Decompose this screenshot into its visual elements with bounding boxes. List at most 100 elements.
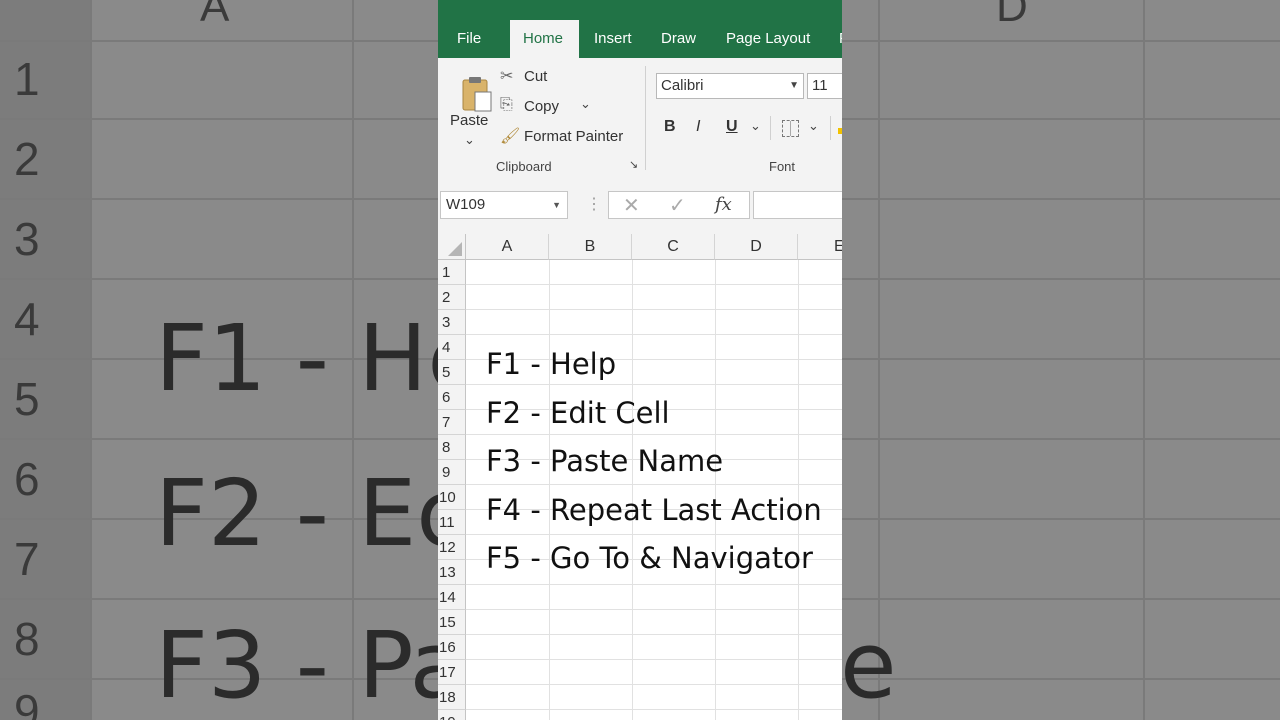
background-row-number: 5 (14, 373, 40, 425)
gridline (466, 309, 842, 310)
excel-window: File Home Insert Draw Page Layout F Past… (438, 0, 842, 720)
background-column-letter: D (996, 0, 1028, 31)
paste-button[interactable]: Paste ⌄ (446, 64, 492, 148)
italic-button[interactable]: I (696, 118, 700, 136)
clipboard-icon (462, 77, 492, 112)
row-header[interactable]: 3 (438, 310, 466, 335)
background-big-text: e (840, 612, 897, 719)
formula-input[interactable] (753, 191, 842, 219)
row-header[interactable]: 6 (438, 385, 466, 410)
tab-formulas[interactable]: F (826, 20, 842, 58)
column-header-b[interactable]: B (549, 234, 632, 260)
row-header[interactable]: 2 (438, 285, 466, 310)
font-name-select[interactable]: Calibri ▼ (656, 73, 804, 99)
background-big-text: F1 - He (155, 305, 484, 412)
clipboard-group-label: Clipboard (496, 159, 552, 174)
name-box[interactable]: W109 ▼ (440, 191, 568, 219)
background-row-number: 6 (14, 453, 40, 505)
background-big-text: F2 - Ec (155, 460, 467, 567)
column-header-e[interactable]: E (798, 234, 842, 260)
formula-bar: W109 ▼ ⋮ ✕ ✓ fx (438, 178, 842, 234)
row-header[interactable]: 9 (438, 460, 466, 485)
select-all-triangle-icon (448, 242, 462, 256)
background-row-number: 4 (14, 293, 40, 345)
copy-icon: ⎘ (500, 96, 513, 113)
row-header[interactable]: 16 (438, 635, 466, 660)
background-row-number: 2 (14, 133, 40, 185)
ribbon-tab-bar: File Home Insert Draw Page Layout F (438, 0, 842, 58)
row-header[interactable]: 19 (438, 710, 466, 720)
chevron-down-icon: ⌄ (580, 96, 591, 111)
row-header[interactable]: 5 (438, 360, 466, 385)
fill-color-icon[interactable] (838, 128, 842, 134)
gridline (466, 334, 842, 335)
row-header[interactable]: 7 (438, 410, 466, 435)
tab-home[interactable]: Home (510, 20, 579, 58)
enter-icon[interactable]: ✓ (669, 193, 686, 218)
paintbrush-icon: 🖌 (500, 128, 521, 145)
underline-button[interactable]: U (726, 118, 738, 136)
background-column-letter: A (200, 0, 230, 31)
copy-label: Copy (524, 98, 560, 115)
row-header[interactable]: 11 (438, 510, 466, 535)
formula-buttons: ✕ ✓ fx (608, 191, 750, 219)
background-gridline (1143, 0, 1145, 720)
row-header[interactable]: 18 (438, 685, 466, 710)
paste-label: Paste (450, 112, 489, 129)
name-box-value: W109 (446, 196, 486, 213)
group-divider (770, 116, 771, 140)
row-header[interactable]: 13 (438, 560, 466, 585)
bold-button[interactable]: B (664, 118, 676, 136)
shortcut-item-f1: F1 - Help (486, 347, 617, 381)
worksheet-grid: A B C D E 1 2 3 4 5 6 7 8 9 10 11 12 13 … (438, 234, 842, 720)
font-size-select[interactable]: 11 (807, 73, 842, 99)
chevron-down-icon[interactable]: ⌄ (808, 118, 819, 134)
chevron-down-icon: ▼ (789, 80, 799, 91)
shortcut-item-f4: F4 - Repeat Last Action (486, 492, 822, 527)
column-header-c[interactable]: C (632, 234, 715, 260)
ribbon-home: Paste ⌄ ✂ Cut ⎘ Copy ⌄ 🖌 Format Painter … (438, 58, 842, 179)
background-row-number: 9 (14, 685, 40, 720)
chevron-down-icon: ⌄ (464, 132, 475, 147)
tab-file[interactable]: File (444, 20, 494, 58)
group-divider (645, 66, 646, 170)
borders-button[interactable] (782, 120, 799, 137)
row-header[interactable]: 8 (438, 435, 466, 460)
row-header[interactable]: 10 (438, 485, 466, 510)
background-row-number: 3 (14, 213, 40, 265)
drag-handle-icon[interactable]: ⋮ (586, 194, 602, 214)
row-header[interactable]: 17 (438, 660, 466, 685)
shortcut-item-f2: F2 - Edit Cell (486, 395, 670, 430)
tab-insert[interactable]: Insert (581, 20, 645, 58)
scissors-icon: ✂ (500, 68, 514, 85)
background-row-number: 7 (14, 533, 40, 585)
group-divider (830, 116, 831, 140)
cut-button[interactable]: ✂ Cut (500, 66, 560, 88)
row-header[interactable]: 12 (438, 535, 466, 560)
background-row-number: 1 (14, 53, 40, 105)
gridline (466, 684, 842, 685)
borders-icon (790, 121, 791, 136)
gridline (466, 609, 842, 610)
dialog-launcher-icon[interactable]: ↘ (629, 158, 638, 171)
gridline (466, 634, 842, 635)
column-header-d[interactable]: D (715, 234, 798, 260)
font-name-value: Calibri (661, 77, 704, 94)
gridline (466, 659, 842, 660)
row-header[interactable]: 1 (438, 260, 466, 285)
column-header-a[interactable]: A (466, 234, 549, 260)
shortcut-item-f5: F5 - Go To & Navigator (486, 541, 813, 575)
shortcut-item-f3: F3 - Paste Name (486, 444, 724, 478)
row-header[interactable]: 4 (438, 335, 466, 360)
format-painter-button[interactable]: 🖌 Format Painter (500, 126, 630, 148)
shortcut-overlay-list: F1 - Help F2 - Edit Cell F3 - Paste Name… (486, 340, 822, 583)
insert-function-icon[interactable]: fx (715, 194, 732, 215)
select-all-corner[interactable] (438, 234, 466, 260)
cancel-icon[interactable]: ✕ (623, 193, 640, 218)
copy-button[interactable]: ⎘ Copy ⌄ (500, 96, 600, 118)
tab-page-layout[interactable]: Page Layout (713, 20, 823, 58)
chevron-down-icon[interactable]: ⌄ (750, 118, 761, 134)
row-header[interactable]: 14 (438, 585, 466, 610)
row-header[interactable]: 15 (438, 610, 466, 635)
tab-draw[interactable]: Draw (648, 20, 709, 58)
